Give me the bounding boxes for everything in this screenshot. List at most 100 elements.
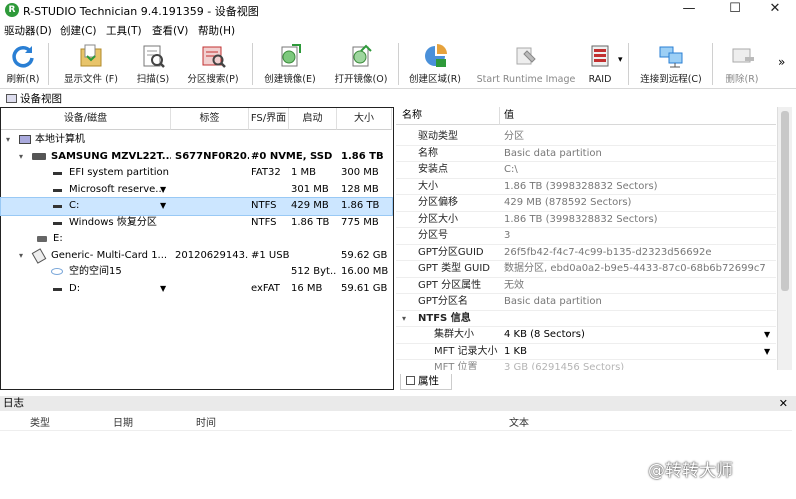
column-header-name[interactable]: 名称 bbox=[396, 107, 500, 125]
delete-button[interactable]: 删除(R) bbox=[720, 41, 764, 87]
property-row[interactable]: GPT 类型 GUID 数据分区, ebd0a0a2-b9e5-4433-87c0… bbox=[396, 261, 776, 278]
connect-remote-button[interactable]: 连接到远程(C) bbox=[636, 41, 706, 87]
tree-row-partition-selected[interactable]: C: ▼ NTFS 429 MB 1.86 TB bbox=[0, 197, 393, 216]
tab-device-view[interactable]: 设备视图 bbox=[6, 91, 62, 106]
collapse-arrow-icon[interactable]: ▾ bbox=[402, 311, 406, 328]
property-row-partial[interactable]: MFT 位置 3 GB (6291456 Sectors) bbox=[396, 360, 776, 370]
dropdown-arrow-icon[interactable]: ▼ bbox=[160, 185, 166, 194]
property-row[interactable]: GPT 分区属性 无效 bbox=[396, 278, 776, 294]
property-row[interactable]: 大小 1.86 TB (3998328832 Sectors) bbox=[396, 179, 776, 195]
toolbar-separator bbox=[628, 43, 629, 85]
tree-row-empty-space[interactable]: 空的空间15 512 Byt... 16.00 MB bbox=[1, 264, 392, 281]
column-header-start[interactable]: 启动 bbox=[289, 108, 337, 130]
show-files-button[interactable]: 显示文件 (F) bbox=[56, 41, 126, 87]
partition-icon bbox=[53, 188, 62, 192]
ntfs-section-header[interactable]: ▾ NTFS 信息 bbox=[396, 311, 776, 328]
minimize-button[interactable]: — bbox=[668, 0, 710, 20]
scan-button[interactable]: 扫描(S) bbox=[128, 41, 178, 87]
log-column-time[interactable]: 时间 bbox=[166, 416, 246, 431]
raid-icon bbox=[591, 45, 609, 67]
menu-tools[interactable]: 工具(T) bbox=[106, 23, 142, 38]
toolbar-overflow-button[interactable]: » bbox=[778, 55, 785, 69]
log-column-type[interactable]: 类型 bbox=[0, 416, 80, 431]
card-reader-icon bbox=[31, 247, 47, 264]
tree-row-local-computer[interactable]: ▾ 本地计算机 bbox=[1, 132, 392, 149]
create-region-icon bbox=[425, 44, 447, 67]
tree-row-partition[interactable]: Windows 恢复分区 NTFS 1.86 TB 775 MB bbox=[1, 215, 392, 232]
window-title: R-STUDIO Technician 9.4.191359 - 设备视图 bbox=[23, 5, 259, 18]
menu-create[interactable]: 创建(C) bbox=[60, 23, 97, 38]
tree-row-partition[interactable]: D: ▼ exFAT 16 MB 59.61 GB bbox=[1, 281, 392, 298]
empty-space-icon bbox=[51, 268, 63, 275]
open-image-button[interactable]: 打开镜像(O) bbox=[328, 41, 394, 87]
partition-icon bbox=[53, 205, 62, 208]
property-row[interactable]: 分区号 3 bbox=[396, 228, 776, 245]
expand-arrow-icon[interactable]: ▼ bbox=[764, 344, 770, 361]
property-row[interactable]: 分区偏移 429 MB (878592 Sectors) bbox=[396, 195, 776, 212]
column-header-label[interactable]: 标签 bbox=[171, 108, 249, 130]
log-close-icon[interactable]: ✕ bbox=[779, 396, 788, 411]
refresh-button[interactable]: 刷新(R) bbox=[0, 41, 46, 87]
tree-row-partition[interactable]: EFI system partition FAT32 1 MB 300 MB bbox=[1, 165, 392, 182]
toolbar-separator bbox=[712, 43, 713, 85]
raid-dropdown-icon[interactable]: ▾ bbox=[618, 55, 623, 65]
log-column-date[interactable]: 日期 bbox=[80, 416, 166, 431]
property-row[interactable]: MFT 记录大小 1 KB ▼ bbox=[396, 344, 776, 361]
menu-view[interactable]: 查看(V) bbox=[152, 23, 188, 38]
menu-drive[interactable]: 驱动器(D) bbox=[4, 23, 52, 38]
disk-icon bbox=[32, 152, 46, 160]
refresh-icon bbox=[12, 46, 34, 68]
column-header-value[interactable]: 值 bbox=[500, 107, 776, 125]
property-row[interactable]: 集群大小 4 KB (8 Sectors) ▼ bbox=[396, 327, 776, 344]
title-bar: R R-STUDIO Technician 9.4.191359 - 设备视图 … bbox=[0, 0, 796, 20]
property-row[interactable]: GPT分区GUID 26f5fb42-f4c7-4c99-b135-d2323d5… bbox=[396, 245, 776, 261]
tree-row-partition[interactable]: Microsoft reserve... ▼ 301 MB 128 MB bbox=[1, 182, 392, 199]
toolbar-separator bbox=[398, 43, 399, 85]
remote-computers-icon bbox=[659, 46, 683, 68]
tree-row-disk[interactable]: ▾ Generic- Multi-Card 1... 20120629143..… bbox=[1, 247, 392, 265]
collapse-arrow-icon[interactable]: ▾ bbox=[6, 135, 10, 144]
partition-icon bbox=[53, 287, 62, 291]
tree-row-disk[interactable]: ▾ SAMSUNG MZVL22T... S677NF0R20... #0 NV… bbox=[1, 149, 392, 166]
partition-search-button[interactable]: 分区搜索(P) bbox=[180, 41, 246, 87]
create-region-button[interactable]: 创建区域(R) bbox=[404, 41, 466, 87]
toolbar: 刷新(R) 显示文件 (F) 扫描(S) 分区搜索(P) 创建镜像(E) 打开镜… bbox=[0, 39, 796, 89]
start-runtime-image-button[interactable]: Start Runtime Image bbox=[472, 41, 580, 87]
create-image-button[interactable]: 创建镜像(E) bbox=[258, 41, 322, 87]
property-row[interactable]: 名称 Basic data partition bbox=[396, 146, 776, 162]
close-button[interactable]: ✕ bbox=[754, 0, 796, 20]
create-image-icon bbox=[281, 44, 301, 67]
property-row[interactable]: 分区大小 1.86 TB (3998328832 Sectors) bbox=[396, 212, 776, 228]
tree-row-drive[interactable]: E: bbox=[1, 231, 392, 248]
maximize-button[interactable]: ☐ bbox=[714, 0, 756, 20]
menu-help[interactable]: 帮助(H) bbox=[198, 23, 235, 38]
expand-arrow-icon[interactable]: ▼ bbox=[764, 327, 770, 344]
collapse-arrow-icon[interactable]: ▾ bbox=[19, 152, 23, 161]
tab-strip bbox=[0, 89, 796, 107]
toolbar-separator bbox=[252, 43, 253, 85]
log-panel bbox=[0, 396, 796, 499]
column-header-device[interactable]: 设备/磁盘 bbox=[1, 108, 171, 130]
partition-search-icon bbox=[202, 46, 226, 68]
collapse-arrow-icon[interactable]: ▾ bbox=[19, 251, 23, 260]
column-header-fs[interactable]: FS/界面 bbox=[249, 108, 289, 130]
toolbar-separator bbox=[48, 43, 49, 85]
partition-icon bbox=[53, 172, 62, 175]
scan-icon bbox=[143, 45, 165, 68]
dropdown-arrow-icon[interactable]: ▼ bbox=[160, 284, 166, 293]
column-header-size[interactable]: 大小 bbox=[337, 108, 392, 130]
property-row[interactable]: GPT分区名 Basic data partition bbox=[396, 294, 776, 311]
property-row[interactable]: 驱动类型 分区 bbox=[396, 129, 776, 146]
menu-bar: 驱动器(D) 创建(C) 工具(T) 查看(V) 帮助(H) bbox=[0, 20, 796, 39]
log-column-text[interactable]: 文本 bbox=[246, 416, 792, 431]
raid-button[interactable]: RAID bbox=[584, 41, 616, 87]
partition-icon bbox=[53, 221, 62, 225]
property-row[interactable]: 安装点 C:\ bbox=[396, 162, 776, 179]
open-image-icon bbox=[352, 44, 372, 67]
tab-properties[interactable]: 属性 bbox=[400, 374, 452, 390]
runtime-image-icon bbox=[516, 47, 536, 65]
properties-scrollbar[interactable] bbox=[777, 107, 792, 370]
dropdown-arrow-icon[interactable]: ▼ bbox=[160, 201, 166, 210]
scrollbar-thumb[interactable] bbox=[781, 111, 789, 291]
drive-icon bbox=[37, 236, 47, 242]
